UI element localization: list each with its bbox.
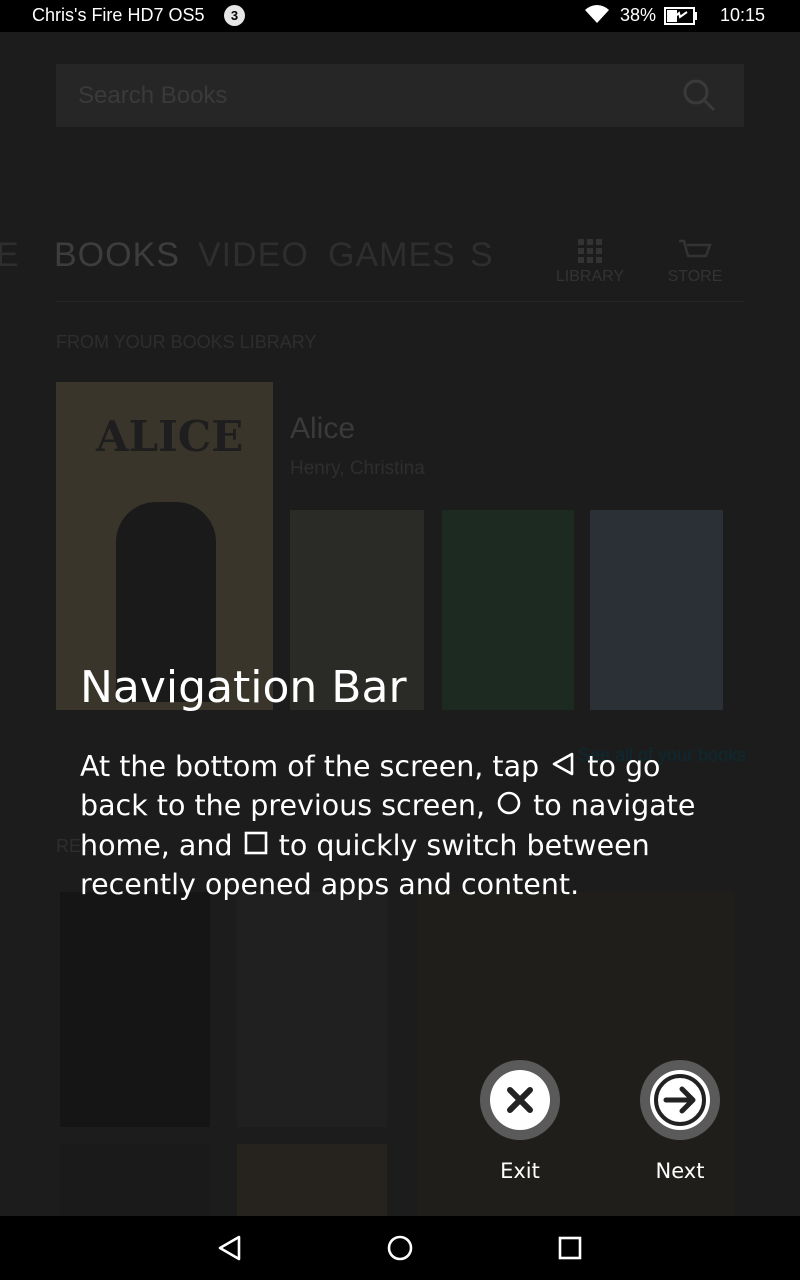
- content-tabs: E BOOKS VIDEO GAMES S LIBRARY STORE: [0, 232, 800, 302]
- search-placeholder: Search Books: [78, 82, 228, 109]
- library-label: LIBRARY: [555, 268, 625, 285]
- recents-square-icon: [558, 1236, 582, 1260]
- book-cover: [442, 510, 574, 710]
- home-circle-icon: [496, 788, 522, 827]
- store-label: STORE: [667, 268, 723, 285]
- clock: 10:15: [720, 5, 766, 25]
- wifi-icon: [584, 5, 610, 30]
- notification-badge: 3: [224, 5, 245, 26]
- nav-recents-button[interactable]: [554, 1232, 586, 1264]
- battery-charging-icon: [664, 7, 698, 30]
- grid-icon: [578, 239, 602, 263]
- tab-partial-left: E: [0, 236, 20, 274]
- featured-book-title: Alice: [290, 412, 356, 445]
- book-cover: [590, 510, 723, 710]
- back-triangle-icon: [218, 1235, 241, 1261]
- section-heading: FROM YOUR BOOKS LIBRARY: [56, 332, 317, 352]
- battery-percent: 38%: [620, 5, 657, 25]
- library-button: LIBRARY: [552, 232, 628, 286]
- tab-books: BOOKS: [54, 236, 180, 274]
- close-icon: [507, 1087, 533, 1113]
- tab-video: VIDEO: [198, 236, 309, 274]
- book-cover: [60, 892, 210, 1127]
- featured-book-author: Henry, Christina: [290, 458, 425, 479]
- navigation-bar: [0, 1216, 800, 1280]
- next-label[interactable]: Next: [630, 1159, 730, 1183]
- exit-label[interactable]: Exit: [470, 1159, 570, 1183]
- tutorial-title: Navigation Bar: [80, 662, 407, 713]
- status-bar: Chris's Fire HD7 OS5 3 38% 10:15: [0, 0, 800, 32]
- tutorial-body: At the bottom of the screen, tap to go b…: [80, 748, 730, 904]
- search-bar: Search Books: [56, 64, 744, 127]
- book-cover: [237, 892, 387, 1127]
- section-heading-2: RE: [56, 836, 82, 856]
- search-icon: [682, 78, 716, 117]
- back-triangle-icon: [550, 749, 576, 788]
- featured-book-cover: ALICE: [56, 382, 273, 710]
- body-text-1: At the bottom of the screen, tap: [80, 750, 540, 783]
- divider: [56, 301, 744, 302]
- exit-button[interactable]: [480, 1060, 560, 1140]
- store-button: STORE: [660, 232, 730, 286]
- home-circle-icon: [387, 1235, 413, 1261]
- device-name: Chris's Fire HD7 OS5: [32, 5, 205, 25]
- next-button[interactable]: [640, 1060, 720, 1140]
- background-app: Search Books E BOOKS VIDEO GAMES S LIBRA…: [0, 32, 800, 1216]
- nav-home-button[interactable]: [384, 1232, 416, 1264]
- book-cover: [237, 1144, 387, 1216]
- recents-square-icon: [244, 827, 268, 866]
- book-cover: [60, 1144, 210, 1216]
- hero-cover-text: ALICE: [96, 412, 244, 461]
- nav-back-button[interactable]: [214, 1232, 246, 1264]
- tab-games: GAMES: [328, 236, 456, 274]
- tab-partial-right: S: [470, 236, 494, 274]
- cart-icon: [679, 239, 712, 258]
- arrow-right-icon: [654, 1074, 706, 1126]
